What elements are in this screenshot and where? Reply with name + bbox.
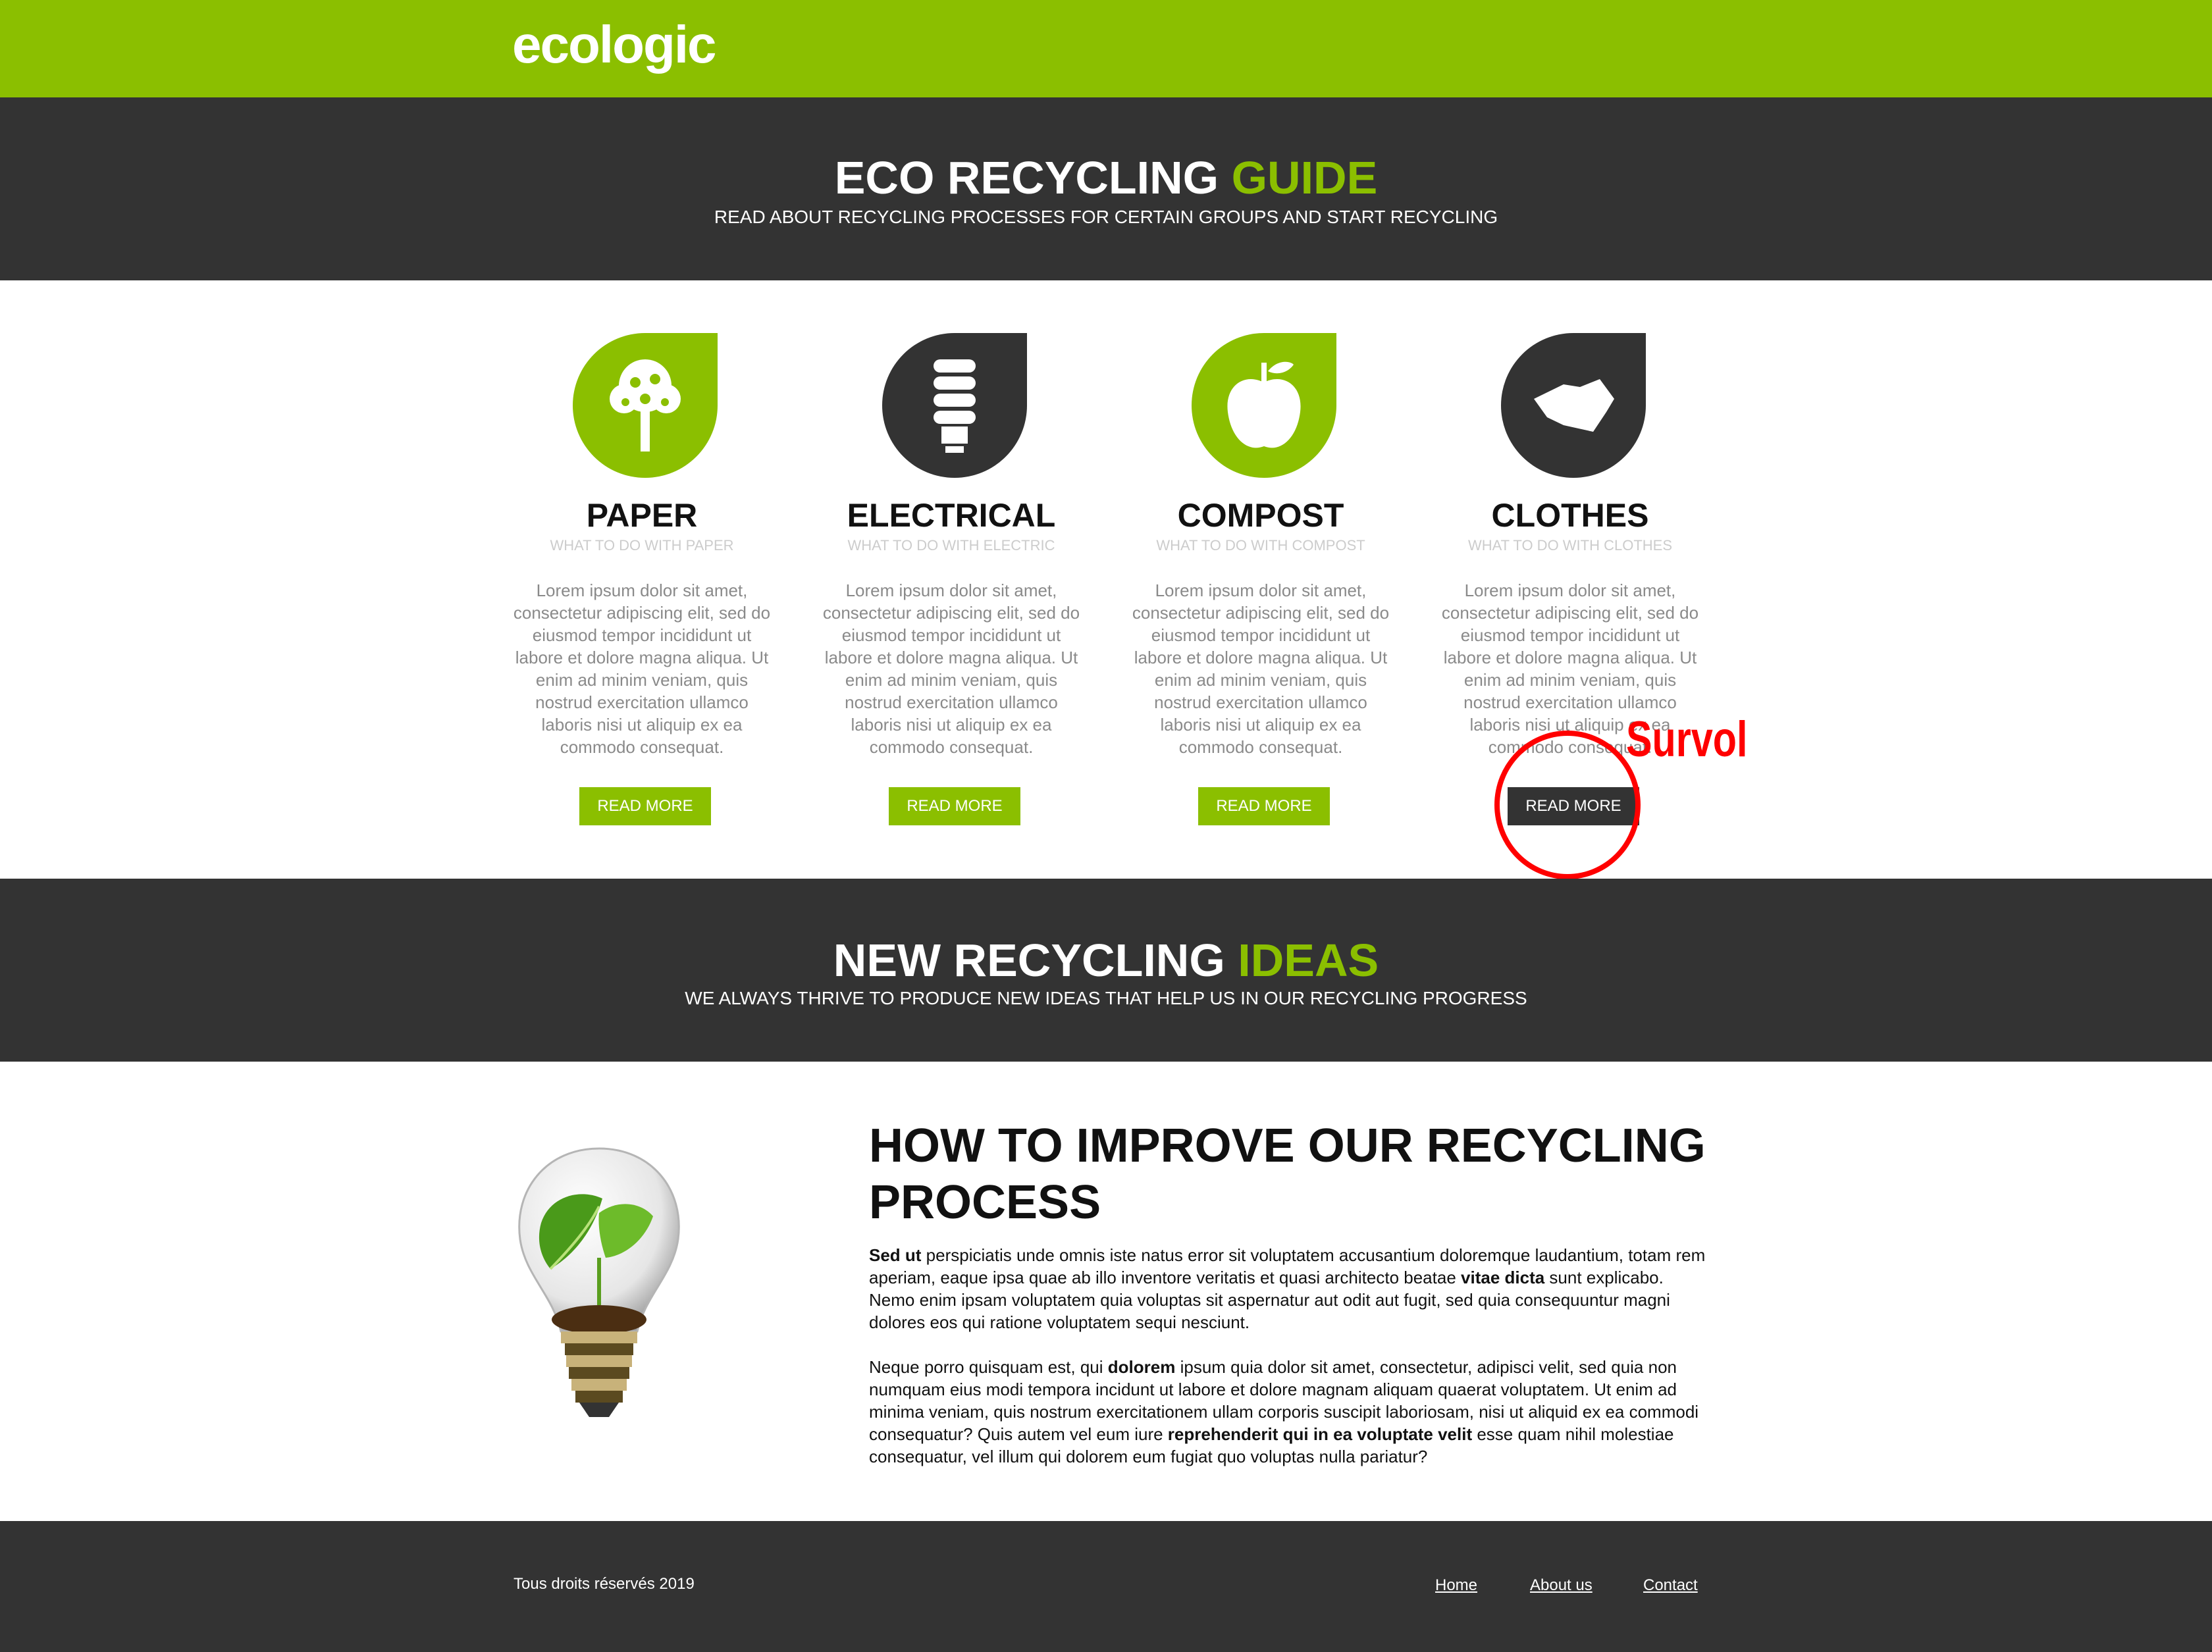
footer-link-about-us[interactable]: About us [1530, 1576, 1593, 1595]
ideas-subtitle: WE ALWAYS THRIVE TO PRODUCE NEW IDEAS TH… [685, 988, 1527, 1008]
card-body: Lorem ipsum dolor sit amet, consectetur … [822, 581, 1080, 757]
logo[interactable]: ecologic [512, 14, 717, 75]
card-subtitle: WHAT TO DO WITH PAPER [550, 537, 734, 554]
cloth-icon [1501, 333, 1646, 478]
guide-banner: ECO RECYCLING GUIDE READ ABOUT RECYCLING… [0, 97, 2212, 280]
recycling-categories: PAPER WHAT TO DO WITH PAPER Lorem ipsum … [0, 280, 2212, 879]
bold-text: vitae dicta [1461, 1268, 1545, 1287]
bold-text: Sed ut [869, 1245, 922, 1265]
bold-text: dolorem [1107, 1357, 1176, 1377]
copyright-text: Tous droits réservés 2019 [514, 1575, 695, 1593]
guide-title: ECO RECYCLING GUIDE [0, 151, 2212, 204]
card-compost: COMPOST WHAT TO DO WITH COMPOST Lorem ip… [1129, 280, 1392, 879]
card-title: CLOTHES [1491, 497, 1649, 534]
improve-paragraph-1: Sed ut perspiciatis unde omnis iste natu… [869, 1244, 1712, 1333]
footer-link-home[interactable]: Home [1435, 1576, 1477, 1595]
card-body: Lorem ipsum dolor sit amet, consectetur … [1132, 581, 1390, 757]
card-title: PAPER [586, 497, 698, 534]
card-subtitle: WHAT TO DO WITH COMPOST [1156, 537, 1365, 554]
card-body: Lorem ipsum dolor sit amet, consectetur … [513, 581, 771, 757]
guide-title-main: ECO RECYCLING [834, 152, 1232, 203]
hover-annotation-circle [1494, 731, 1641, 879]
read-more-button[interactable]: READ MORE [579, 787, 711, 825]
card-subtitle: WHAT TO DO WITH ELECTRIC [847, 537, 1055, 554]
improve-paragraph-2: Neque porro quisquam est, qui dolorem ip… [869, 1356, 1712, 1468]
card-title: COMPOST [1177, 497, 1344, 534]
top-bar: ecologic [0, 0, 2212, 97]
improve-title: HOW TO IMPROVE OUR RECYCLING PROCESS [869, 1120, 1706, 1229]
guide-subtitle: READ ABOUT RECYCLING PROCESSES FOR CERTA… [714, 207, 1498, 227]
apple-icon [1192, 333, 1336, 478]
ideas-title-accent: IDEAS [1238, 935, 1379, 986]
card-electrical: ELECTRICAL WHAT TO DO WITH ELECTRIC Lore… [820, 280, 1083, 879]
lightbulb-icon [882, 333, 1027, 478]
card-subtitle: WHAT TO DO WITH CLOTHES [1467, 537, 1673, 554]
hover-annotation-label: Survol [1626, 711, 1748, 767]
read-more-button[interactable]: READ MORE [889, 787, 1020, 825]
footer: Tous droits réservés 2019 Home About us … [0, 1521, 2212, 1652]
guide-title-accent: GUIDE [1231, 152, 1378, 203]
ideas-title-main: NEW RECYCLING [833, 935, 1238, 986]
ideas-title: NEW RECYCLING IDEAS [0, 934, 2212, 987]
ideas-banner: NEW RECYCLING IDEAS WE ALWAYS THRIVE TO … [0, 879, 2212, 1062]
card-title: ELECTRICAL [847, 497, 1056, 534]
read-more-button[interactable]: READ MORE [1198, 787, 1330, 825]
improve-section: HOW TO IMPROVE OUR RECYCLING PROCESS Sed… [0, 1062, 2212, 1521]
paragraph-text: Neque porro quisquam est, qui [869, 1357, 1108, 1377]
lightbulb-plant-icon [518, 1147, 680, 1417]
tree-icon [573, 333, 718, 478]
card-paper: PAPER WHAT TO DO WITH PAPER Lorem ipsum … [510, 280, 774, 879]
bold-text: reprehenderit qui in ea voluptate velit [1167, 1424, 1473, 1444]
footer-link-contact[interactable]: Contact [1643, 1576, 1698, 1595]
